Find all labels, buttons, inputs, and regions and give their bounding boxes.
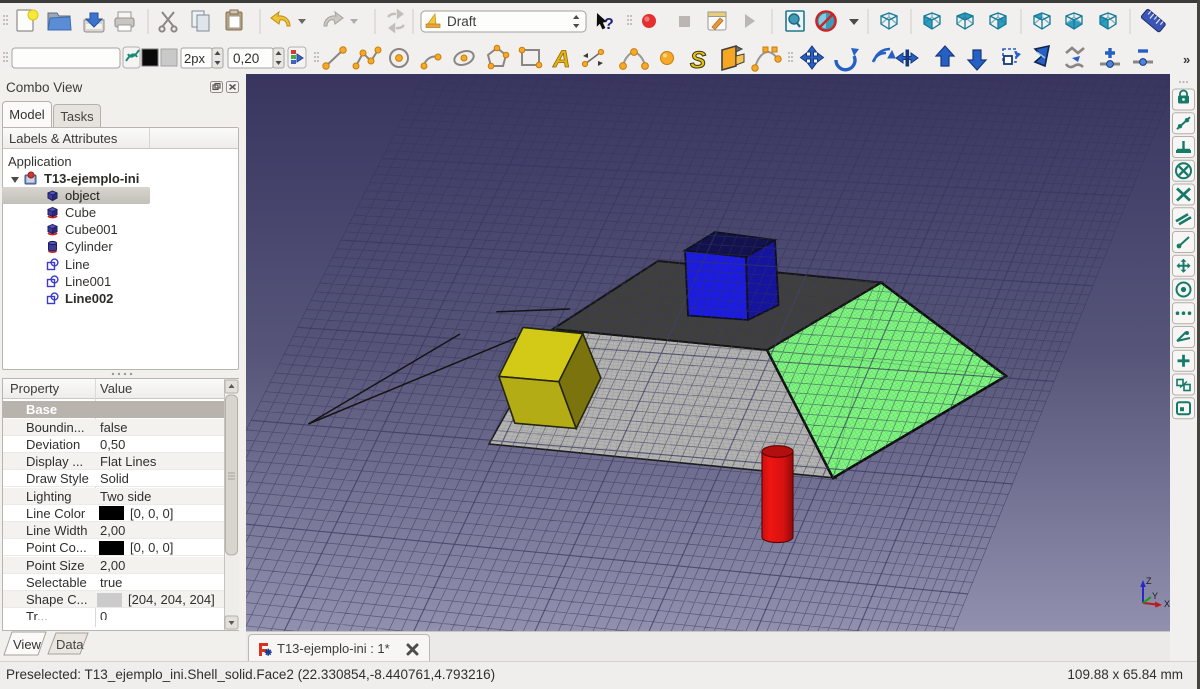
svg-text:Y: Y bbox=[1152, 591, 1158, 601]
svg-text:Data: Data bbox=[56, 637, 84, 652]
svg-text:Draft: Draft bbox=[447, 14, 477, 29]
svg-text:A: A bbox=[552, 46, 570, 72]
svg-text:0,20: 0,20 bbox=[233, 51, 259, 66]
svg-text:View: View bbox=[13, 637, 42, 652]
svg-text:»: » bbox=[1183, 52, 1190, 67]
svg-text:2px: 2px bbox=[184, 51, 205, 66]
svg-text:Z: Z bbox=[1146, 576, 1152, 586]
svg-text:S: S bbox=[690, 47, 706, 72]
svg-text:?: ? bbox=[604, 16, 614, 33]
